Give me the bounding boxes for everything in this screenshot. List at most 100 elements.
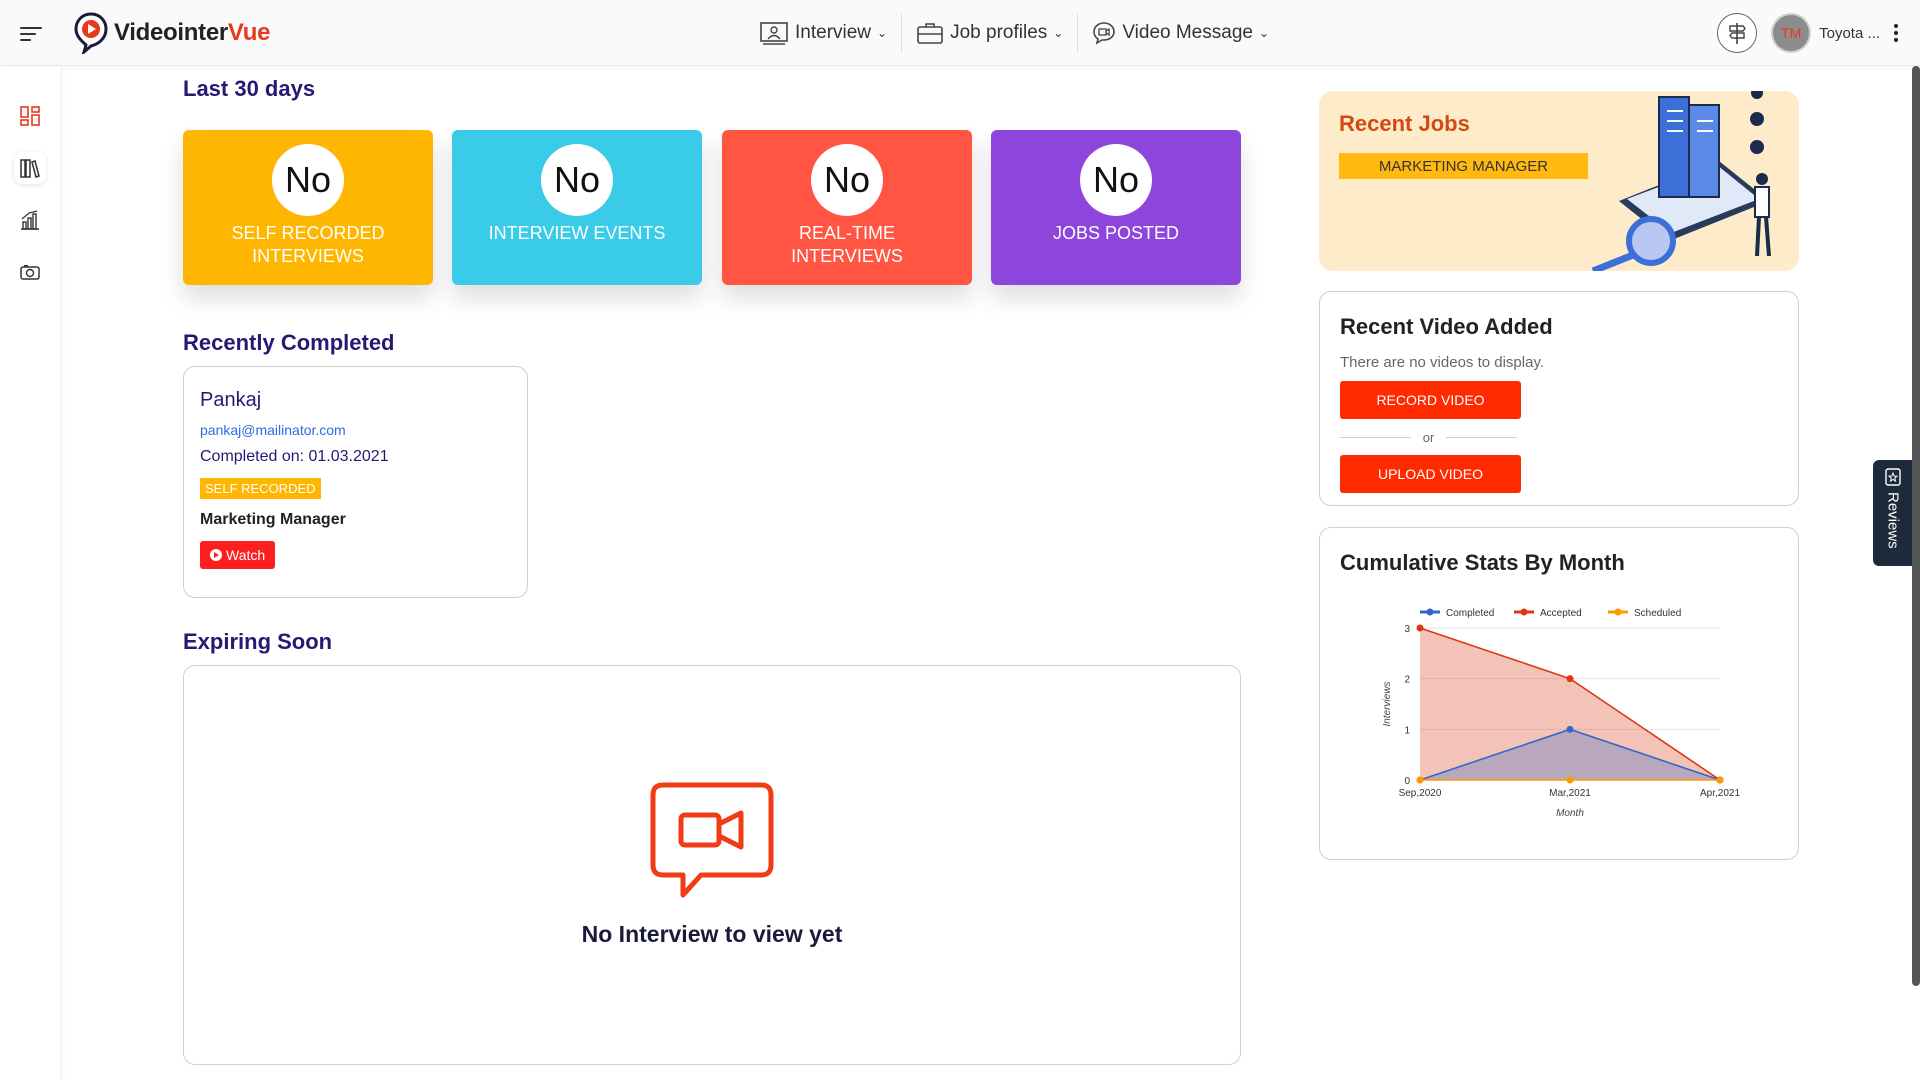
recently-completed-card: Pankaj pankaj@mailinator.com Completed o… [183, 366, 528, 598]
x-tick-label: Mar,2021 [1549, 788, 1591, 799]
chevron-down-icon: ⌄ [1258, 26, 1270, 40]
stat-card-self-recorded[interactable]: No SELF RECORDED INTERVIEWS [183, 130, 433, 285]
nav-interview[interactable]: Interview ⌄ [745, 16, 901, 50]
user-name[interactable]: Toyota ... [1819, 25, 1880, 42]
legend-label: Scheduled [1634, 608, 1681, 619]
sidebar-item-camera[interactable] [14, 256, 46, 288]
stat-value: No [541, 144, 613, 216]
sidebar-item-dashboard[interactable] [14, 100, 46, 132]
candidate-name: Pankaj [200, 389, 262, 411]
empty-state-text: No Interview to view yet [581, 921, 843, 947]
x-tick-label: Apr,2021 [1700, 788, 1740, 799]
recent-jobs-card: Recent Jobs MARKETING MANAGER [1319, 91, 1799, 271]
nav-video-message-label: Video Message [1122, 22, 1253, 43]
logo-text-primary: Videointer [114, 19, 228, 46]
menu-toggle-icon[interactable] [20, 27, 42, 45]
data-point-scheduled [1566, 776, 1574, 784]
or-text: or [1422, 430, 1435, 445]
stat-label: JOBS POSTED [1052, 223, 1180, 243]
completed-date: Completed on: 01.03.2021 [200, 448, 389, 465]
chevron-down-icon: ⌄ [1053, 26, 1064, 40]
camera-icon [20, 265, 40, 280]
dashboard-icon [20, 106, 40, 126]
recent-jobs-title: Recent Jobs [1339, 111, 1470, 136]
legend-marker [1426, 608, 1434, 616]
more-options-icon[interactable] [1894, 24, 1898, 42]
upload-video-button[interactable]: UPLOAD VIDEO [1340, 455, 1521, 493]
or-divider: or [1340, 430, 1517, 445]
stat-card-real-time-interviews[interactable]: No REAL-TIME INTERVIEWS [722, 130, 972, 285]
expiring-soon-card: No Interview to view yet [183, 665, 1241, 1065]
page-scrollbar[interactable] [1912, 66, 1920, 986]
library-icon [20, 159, 40, 178]
avatar-initials: TM [1781, 25, 1802, 41]
data-point-completed [1566, 725, 1574, 733]
signpost-icon [1729, 23, 1747, 44]
recently-completed-title: Recently Completed [183, 330, 395, 355]
reviews-tab[interactable]: Reviews [1873, 460, 1913, 566]
recent-video-title: Recent Video Added [1340, 314, 1553, 339]
data-point-accepted [1566, 675, 1574, 683]
cumulative-stats-card: Cumulative Stats By Month 0 1 2 3 Sep,2020 Ma… [1319, 527, 1799, 860]
status-badge: SELF RECORDED [200, 478, 321, 499]
video-chat-icon [650, 782, 774, 898]
stat-label: REAL-TIME INTERVIEWS [791, 223, 903, 266]
top-header: VideointerVue Interview ⌄ Job profiles ⌄… [0, 0, 1920, 66]
cumulative-stats-chart: 0 1 2 3 Sep,2020 Mar,2021 Apr,2021 Month Intervi… [1382, 608, 1740, 819]
recent-video-empty-text: There are no videos to display. [1340, 354, 1545, 371]
interview-icon [760, 22, 788, 45]
legend-label: Completed [1446, 608, 1494, 619]
watch-label: Watch [226, 547, 266, 563]
stat-value: No [1080, 144, 1152, 216]
nav-job-profiles[interactable]: Job profiles ⌄ [902, 16, 1077, 50]
help-button[interactable] [1717, 13, 1758, 53]
data-point-scheduled [1416, 776, 1424, 784]
chevron-down-icon: ⌄ [877, 26, 888, 40]
data-point-accepted [1416, 624, 1424, 632]
nav-interview-label: Interview [795, 22, 872, 43]
candidate-email[interactable]: pankaj@mailinator.com [200, 422, 511, 438]
recent-job-item[interactable]: MARKETING MANAGER [1339, 153, 1588, 179]
stat-card-interview-events[interactable]: No INTERVIEW EVENTS [452, 130, 702, 285]
sidebar [0, 66, 60, 1080]
stat-card-jobs-posted[interactable]: No JOBS POSTED [991, 130, 1241, 285]
data-point-scheduled [1716, 776, 1724, 784]
sidebar-item-analytics[interactable] [14, 204, 46, 236]
app-logo[interactable]: VideointerVue [74, 12, 270, 54]
legend-marker [1614, 608, 1622, 616]
record-video-button[interactable]: RECORD VIDEO [1340, 381, 1521, 419]
stat-label: INTERVIEW EVENTS [488, 223, 666, 243]
expiring-soon-title: Expiring Soon [183, 629, 333, 654]
last-30-days-title: Last 30 days [183, 76, 316, 101]
stat-value: No [811, 144, 883, 216]
sidebar-item-library[interactable] [14, 152, 46, 184]
watch-button[interactable]: Watch [200, 541, 276, 569]
jobs-illustration-icon [1591, 91, 1771, 271]
logo-text-accent: Vue [227, 19, 271, 46]
stat-value: No [272, 144, 344, 216]
header-right: TM Toyota ... [1717, 13, 1898, 53]
main-nav: Interview ⌄ Job profiles ⌄ Video Message… [745, 14, 1283, 52]
job-title: Marketing Manager [200, 511, 346, 528]
recent-video-card: Recent Video Added There are no videos t… [1319, 291, 1799, 506]
reviews-tab-label: Reviews [1884, 492, 1902, 549]
user-avatar[interactable]: TM [1771, 13, 1812, 53]
video-message-icon [1093, 22, 1116, 45]
cumulative-stats-title: Cumulative Stats By Month [1340, 550, 1625, 575]
review-star-icon [1885, 468, 1901, 486]
analytics-icon [21, 210, 39, 230]
nav-video-message[interactable]: Video Message ⌄ [1078, 16, 1283, 50]
briefcase-icon [917, 23, 943, 44]
y-tick-label: 2 [1404, 675, 1410, 686]
nav-job-profiles-label: Job profiles [950, 22, 1048, 43]
legend-marker [1520, 608, 1528, 616]
logo-pin-icon [74, 12, 108, 54]
y-tick-label: 0 [1404, 776, 1410, 787]
legend-label: Accepted [1540, 608, 1582, 619]
x-tick-label: Sep,2020 [1399, 788, 1442, 799]
stat-label: SELF RECORDED INTERVIEWS [231, 223, 385, 266]
x-axis-label: Month [1556, 808, 1584, 819]
y-tick-label: 1 [1404, 725, 1410, 736]
y-axis-label: Interviews [1382, 681, 1393, 726]
play-icon [210, 549, 222, 561]
